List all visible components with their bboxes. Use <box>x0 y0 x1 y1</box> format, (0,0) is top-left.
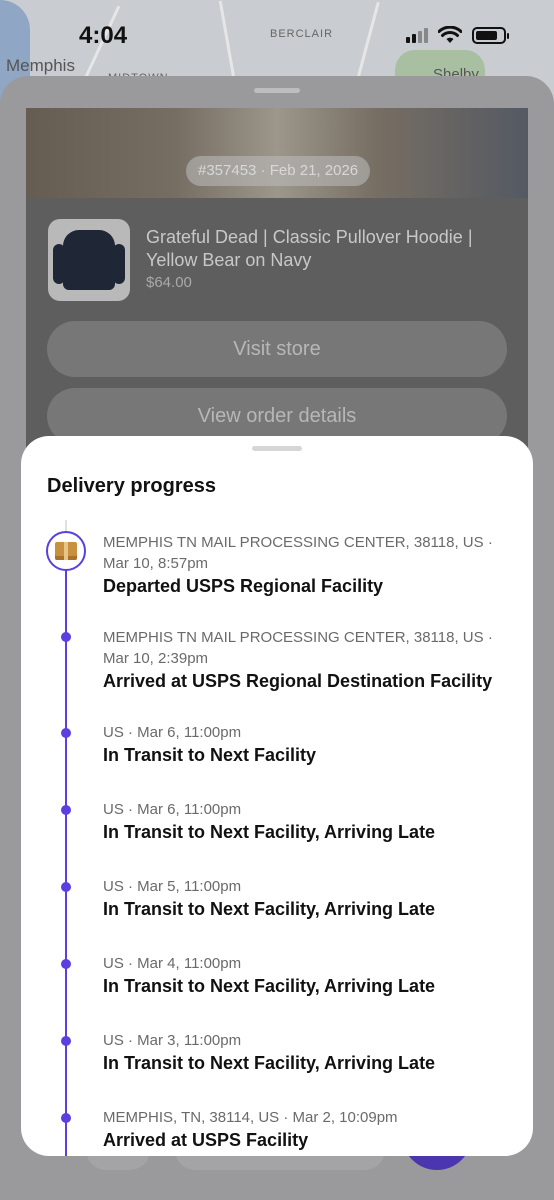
event-status: In Transit to Next Facility, Arriving La… <box>103 899 436 919</box>
event-status: In Transit to Next Facility, Arriving La… <box>103 1053 436 1073</box>
event-meta: US · Mar 5, 11:00pm <box>103 878 242 895</box>
map-label-city: Memphis <box>6 56 75 75</box>
timeline-dot <box>61 632 71 642</box>
timeline-event: US · Mar 4, 11:00pm In Transit to Next F… <box>103 953 513 998</box>
event-status: In Transit to Next Facility <box>103 745 317 765</box>
timeline-dot <box>61 728 71 738</box>
timeline-event: MEMPHIS TN MAIL PROCESSING CENTER, 38118… <box>103 532 513 598</box>
event-meta: MEMPHIS TN MAIL PROCESSING CENTER, 38118… <box>103 534 493 572</box>
sheet-title: Delivery progress <box>47 475 216 497</box>
timeline-event: US · Mar 5, 11:00pm In Transit to Next F… <box>103 876 513 921</box>
event-status: Arrived at USPS Regional Destination Fac… <box>103 671 493 691</box>
hoodie-image <box>53 230 125 290</box>
event-status: Arrived at USPS Facility <box>103 1130 309 1150</box>
timeline-event: US · Mar 6, 11:00pm In Transit to Next F… <box>103 722 513 767</box>
status-time: 4:04 <box>79 22 128 49</box>
battery-icon <box>472 26 509 44</box>
timeline-line <box>65 536 67 1156</box>
event-status: In Transit to Next Facility, Arriving La… <box>103 822 436 842</box>
package-icon <box>46 531 86 571</box>
order-number-pill: #357453 · Feb 21, 2026 <box>186 156 371 186</box>
cellular-signal-icon <box>406 27 428 43</box>
map-label-area: BERCLAIR <box>270 28 334 40</box>
background-sheet-handle <box>254 88 300 93</box>
event-status: In Transit to Next Facility, Arriving La… <box>103 976 436 996</box>
event-meta: MEMPHIS TN MAIL PROCESSING CENTER, 38118… <box>103 629 493 667</box>
timeline-dot <box>61 1113 71 1123</box>
status-icons <box>406 26 509 44</box>
visit-store-button[interactable]: Visit store <box>47 321 507 377</box>
timeline-event: US · Mar 3, 11:00pm In Transit to Next F… <box>103 1030 513 1075</box>
product-thumbnail[interactable] <box>48 219 130 301</box>
product-title[interactable]: Grateful Dead | Classic Pullover Hoodie … <box>146 226 516 272</box>
timeline-dot <box>61 1036 71 1046</box>
sheet-drag-handle[interactable] <box>252 446 302 451</box>
event-meta: US · Mar 3, 11:00pm <box>103 1032 242 1049</box>
wifi-icon <box>438 26 462 43</box>
timeline-event: MEMPHIS TN MAIL PROCESSING CENTER, 38118… <box>103 627 513 693</box>
timeline-event: MEMPHIS, TN, 38114, US · Mar 2, 10:09pm … <box>103 1107 513 1152</box>
event-meta: MEMPHIS, TN, 38114, US · Mar 2, 10:09pm <box>103 1109 398 1126</box>
event-status: Departed USPS Regional Facility <box>103 576 384 596</box>
timeline-event: US · Mar 6, 11:00pm In Transit to Next F… <box>103 799 513 844</box>
event-meta: US · Mar 4, 11:00pm <box>103 955 242 972</box>
product-price: $64.00 <box>146 274 192 291</box>
delivery-progress-sheet: Delivery progress MEMPHIS TN MAIL PROCES… <box>21 436 533 1156</box>
timeline-dot <box>61 805 71 815</box>
timeline-dot <box>61 959 71 969</box>
event-meta: US · Mar 6, 11:00pm <box>103 724 242 741</box>
event-meta: US · Mar 6, 11:00pm <box>103 801 242 818</box>
timeline-dot <box>61 882 71 892</box>
